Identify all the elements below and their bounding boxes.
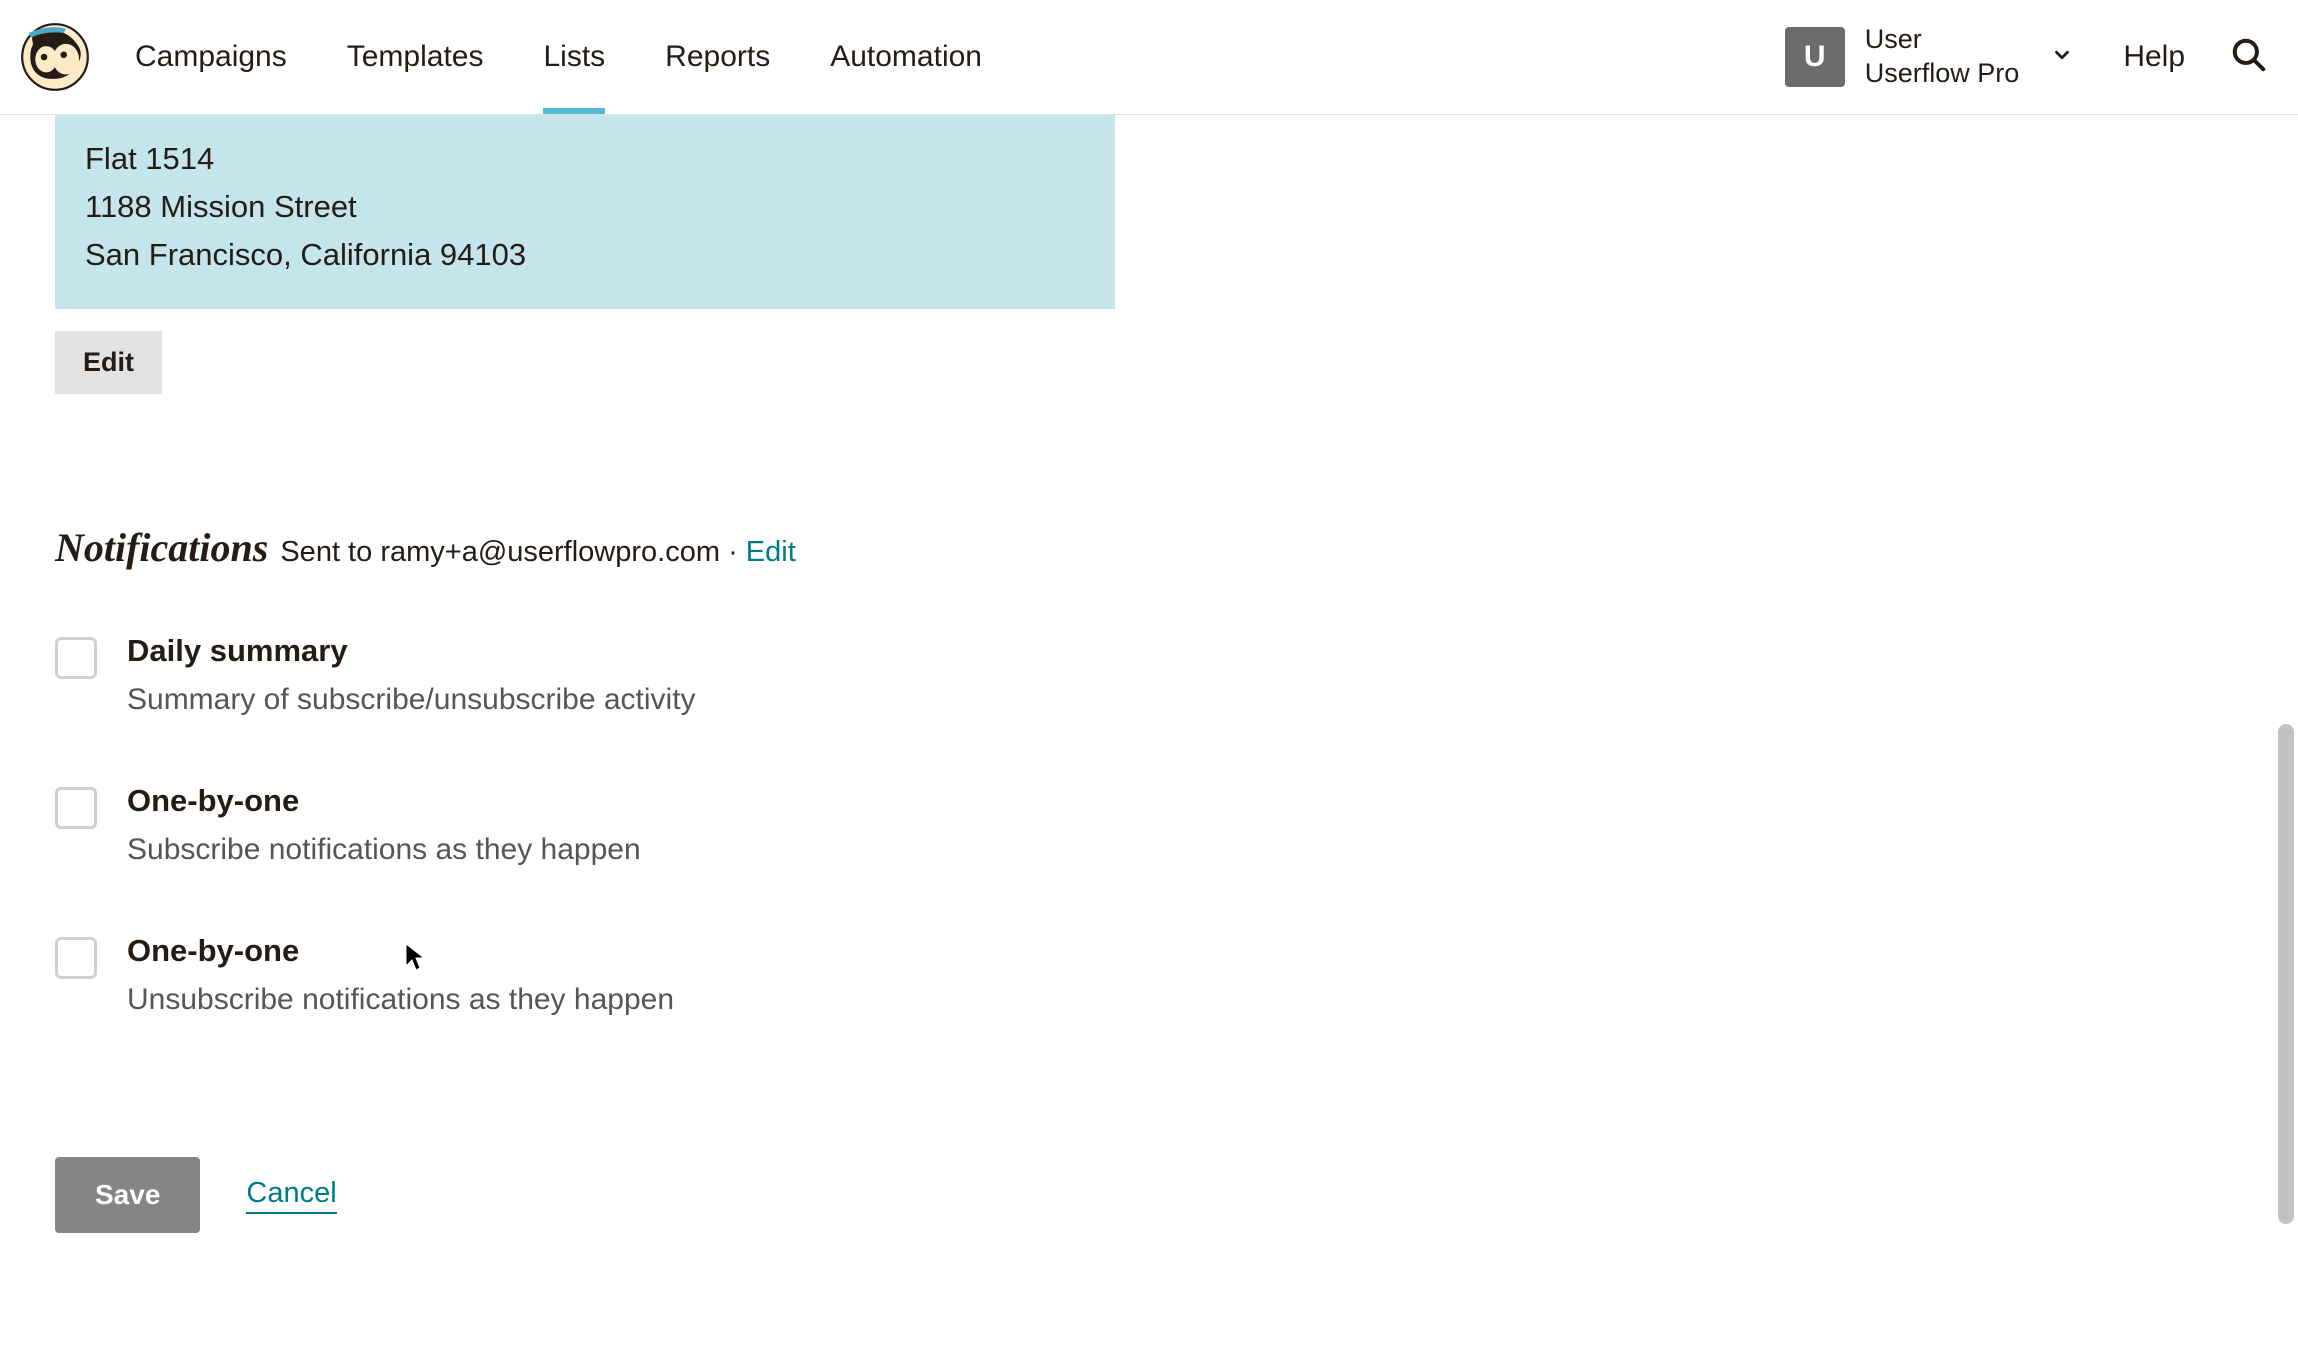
user-menu[interactable]: U User Userflow Pro [1785,23,2074,91]
notification-options: Daily summary Summary of subscribe/unsub… [55,633,2243,1017]
scrollbar-thumb[interactable] [2278,724,2294,1224]
save-button[interactable]: Save [55,1157,200,1233]
user-text: User Userflow Pro [1865,23,2020,91]
notifications-section: Notifications Sent to ramy+a@userflowpro… [55,524,2243,1233]
notification-option-unsubscribe: One-by-one Unsubscribe notifications as … [55,933,2243,1017]
notifications-separator: · [720,536,746,568]
option-title: Daily summary [127,633,696,669]
mailchimp-logo[interactable] [20,22,90,92]
notifications-heading-row: Notifications Sent to ramy+a@userflowpro… [55,524,2243,571]
notification-option-daily-summary: Daily summary Summary of subscribe/unsub… [55,633,2243,717]
option-desc: Unsubscribe notifications as they happen [127,983,674,1017]
nav-lists[interactable]: Lists [543,0,605,114]
help-link[interactable]: Help [2123,40,2185,74]
nav-reports[interactable]: Reports [665,0,770,114]
notifications-edit-link[interactable]: Edit [746,536,796,568]
form-actions: Save Cancel [55,1157,2243,1233]
main-nav: Campaigns Templates Lists Reports Automa… [135,0,1383,114]
nav-templates[interactable]: Templates [347,0,484,114]
search-icon[interactable] [2230,36,2268,79]
address-line-3: San Francisco, California 94103 [85,231,1085,279]
option-title: One-by-one [127,783,641,819]
option-title: One-by-one [127,933,674,969]
nav-campaigns[interactable]: Campaigns [135,0,287,114]
page-content: Flat 1514 1188 Mission Street San Franci… [0,115,2298,1293]
checkbox-daily-summary[interactable] [55,637,97,679]
address-line-1: Flat 1514 [85,135,1085,183]
option-desc: Summary of subscribe/unsubscribe activit… [127,683,696,717]
avatar: U [1785,27,1845,87]
edit-address-button[interactable]: Edit [55,331,162,394]
user-org: Userflow Pro [1865,57,2020,91]
cancel-link[interactable]: Cancel [246,1177,336,1214]
notifications-email: ramy+a@userflowpro.com [380,536,720,568]
checkbox-unsubscribe-one-by-one[interactable] [55,937,97,979]
sent-to-prefix: Sent to [280,536,380,568]
address-box: Flat 1514 1188 Mission Street San Franci… [55,115,1115,309]
user-name: User [1865,23,2020,57]
notification-option-subscribe: One-by-one Subscribe notifications as th… [55,783,2243,867]
nav-automation[interactable]: Automation [830,0,982,114]
chevron-down-icon [2051,44,2073,71]
option-desc: Subscribe notifications as they happen [127,833,641,867]
top-nav-bar: Campaigns Templates Lists Reports Automa… [0,0,2298,115]
notifications-heading: Notifications [55,524,268,571]
address-line-2: 1188 Mission Street [85,183,1085,231]
notifications-meta: Sent to ramy+a@userflowpro.com · Edit [280,536,795,569]
checkbox-subscribe-one-by-one[interactable] [55,787,97,829]
